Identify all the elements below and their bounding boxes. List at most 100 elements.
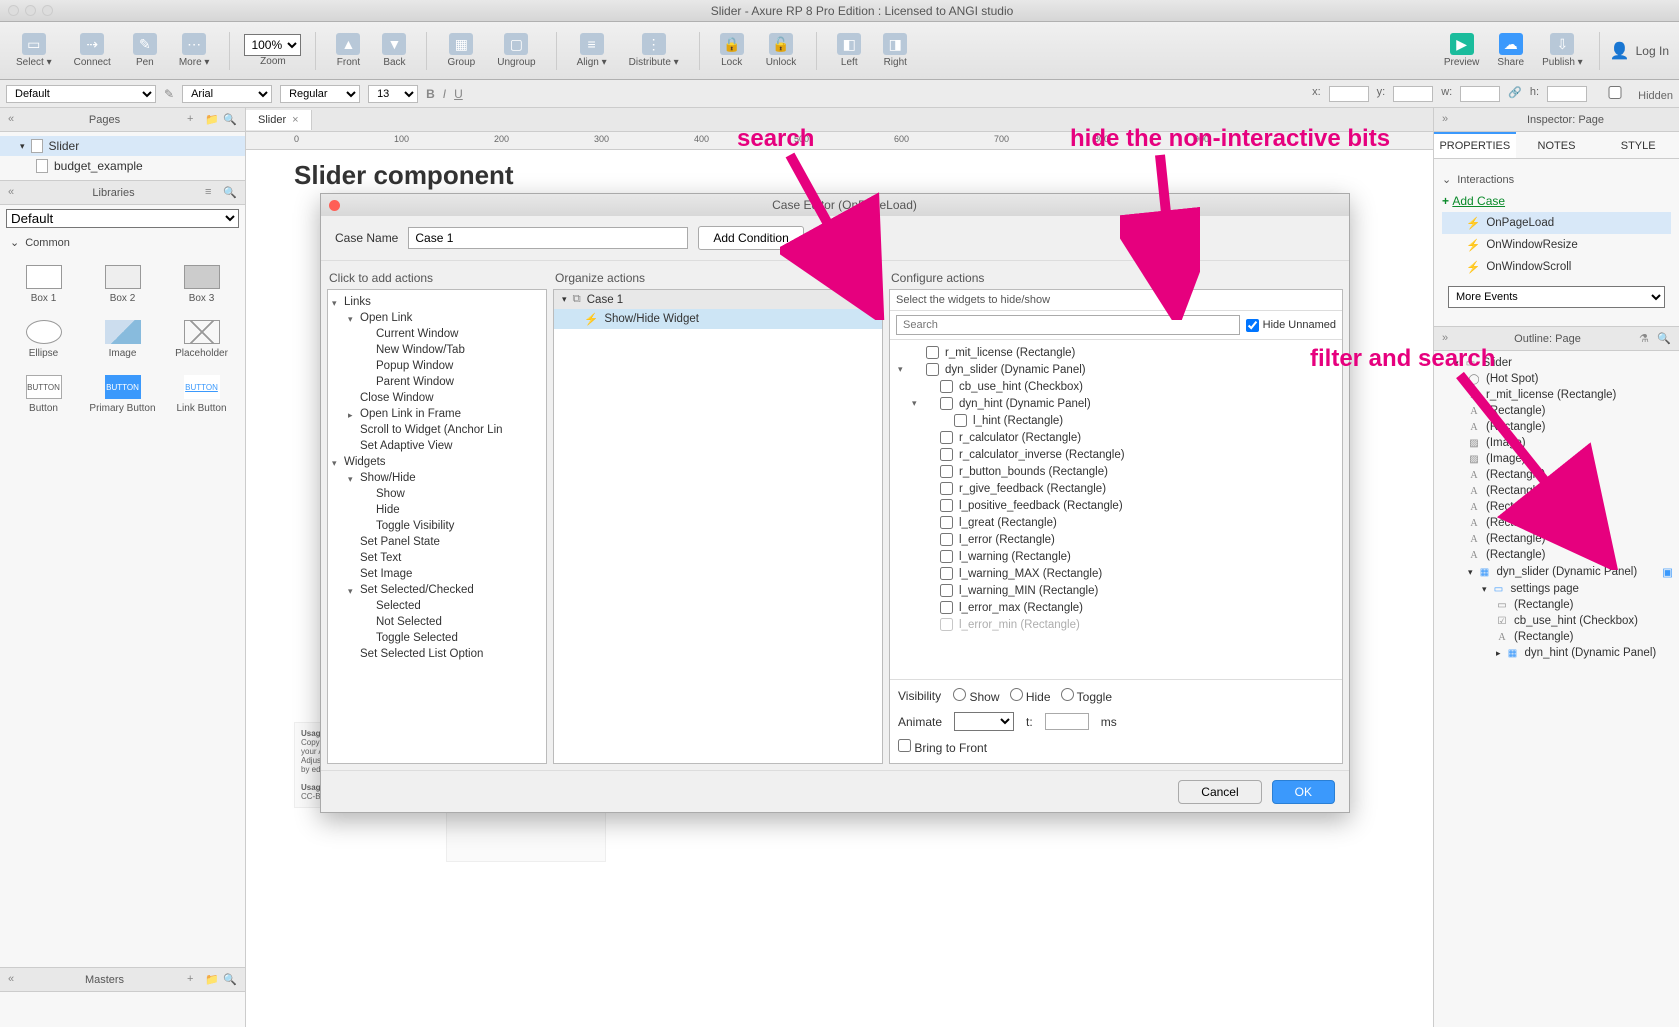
- action-nwt[interactable]: New Window/Tab: [328, 342, 546, 358]
- widget-row[interactable]: r_give_feedback (Rectangle): [890, 480, 1342, 497]
- left-button[interactable]: ◧Left: [831, 31, 867, 70]
- widget-row[interactable]: r_calculator (Rectangle): [890, 429, 1342, 446]
- outline-search-icon[interactable]: 🔍: [1657, 332, 1671, 346]
- action-setsellist[interactable]: Set Selected List Option: [328, 646, 546, 662]
- widget-row[interactable]: l_error_max (Rectangle): [890, 599, 1342, 616]
- x-input[interactable]: [1329, 86, 1369, 102]
- search-pages-icon[interactable]: 🔍: [223, 113, 237, 127]
- widget-row[interactable]: l_warning (Rectangle): [890, 548, 1342, 565]
- action-togglesel[interactable]: Toggle Selected: [328, 630, 546, 646]
- lib-box1[interactable]: Box 1: [6, 259, 81, 310]
- action-panelstate[interactable]: Set Panel State: [328, 534, 546, 550]
- action-popup[interactable]: Popup Window: [328, 358, 546, 374]
- action-closewin[interactable]: Close Window: [328, 390, 546, 406]
- action-openframe[interactable]: ▸Open Link in Frame: [328, 406, 546, 422]
- widget-row[interactable]: l_error (Rectangle): [890, 531, 1342, 548]
- outline-item[interactable]: ▭(Rectangle): [1434, 597, 1679, 613]
- action-openlink[interactable]: ▾Open Link: [328, 310, 546, 326]
- action-links[interactable]: ▾Links: [328, 294, 546, 310]
- add-page-icon[interactable]: +: [187, 113, 201, 127]
- event-onpageload[interactable]: ⚡OnPageLoad: [1442, 212, 1671, 234]
- common-group[interactable]: ⌄Common: [0, 232, 245, 253]
- lib-ellipse[interactable]: Ellipse: [6, 314, 81, 365]
- pen-tool[interactable]: ✎Pen: [127, 31, 163, 70]
- zoom-dot[interactable]: [42, 5, 53, 16]
- connect-tool[interactable]: ⇢Connect: [68, 31, 117, 70]
- widget-row[interactable]: ▾dyn_slider (Dynamic Panel): [890, 361, 1342, 378]
- login-link[interactable]: Log In: [1636, 44, 1669, 58]
- outline-item[interactable]: A(Rectangle): [1434, 629, 1679, 645]
- share-button[interactable]: ☁Share: [1491, 31, 1530, 70]
- collapse-libs-icon[interactable]: «: [8, 186, 22, 200]
- cancel-button[interactable]: Cancel: [1178, 780, 1261, 804]
- distribute-button[interactable]: ⋮Distribute ▾: [623, 31, 685, 70]
- style-select[interactable]: Default: [6, 85, 156, 103]
- back-button[interactable]: ▼Back: [376, 31, 412, 70]
- align-button[interactable]: ≡Align ▾: [571, 31, 613, 70]
- action-setimage[interactable]: Set Image: [328, 566, 546, 582]
- ungroup-button[interactable]: ▢Ungroup: [491, 31, 541, 70]
- add-folder-icon[interactable]: 📁: [205, 113, 219, 127]
- lib-link-button[interactable]: BUTTONLink Button: [164, 369, 239, 420]
- libs-search-icon[interactable]: 🔍: [223, 186, 237, 200]
- unlock-button[interactable]: 🔓Unlock: [760, 31, 803, 70]
- close-dot[interactable]: [8, 5, 19, 16]
- case-name-input[interactable]: [408, 227, 688, 249]
- action-parent[interactable]: Parent Window: [328, 374, 546, 390]
- add-master-icon[interactable]: +: [187, 973, 201, 987]
- modal-close-icon[interactable]: [329, 200, 340, 211]
- group-button[interactable]: ▦Group: [441, 31, 481, 70]
- y-input[interactable]: [1393, 86, 1433, 102]
- lib-placeholder[interactable]: Placeholder: [164, 314, 239, 365]
- lib-box2[interactable]: Box 2: [85, 259, 160, 310]
- action-settext[interactable]: Set Text: [328, 550, 546, 566]
- action-show[interactable]: Show: [328, 486, 546, 502]
- action-hide[interactable]: Hide: [328, 502, 546, 518]
- library-set-select[interactable]: Default: [6, 209, 239, 228]
- front-button[interactable]: ▲Front: [330, 31, 366, 70]
- lock-wh-icon[interactable]: 🔗: [1508, 86, 1522, 102]
- action-adaptive[interactable]: Set Adaptive View: [328, 438, 546, 454]
- page-budget[interactable]: budget_example: [0, 156, 245, 176]
- select-tool[interactable]: ▭Select ▾: [10, 31, 58, 70]
- tab-style[interactable]: STYLE: [1597, 132, 1679, 158]
- publish-button[interactable]: ⇩Publish ▾: [1536, 31, 1589, 70]
- vis-toggle[interactable]: Toggle: [1061, 688, 1113, 704]
- tab-slider[interactable]: Slider×: [246, 110, 312, 130]
- widget-row[interactable]: l_great (Rectangle): [890, 514, 1342, 531]
- font-select[interactable]: Arial: [182, 85, 272, 103]
- underline-icon[interactable]: U: [454, 87, 463, 101]
- action-setselected[interactable]: ▾Set Selected/Checked: [328, 582, 546, 598]
- hide-unnamed-check[interactable]: Hide Unnamed: [1246, 319, 1336, 332]
- widget-row[interactable]: l_positive_feedback (Rectangle): [890, 497, 1342, 514]
- lib-button[interactable]: BUTTONButton: [6, 369, 81, 420]
- size-select[interactable]: 13: [368, 85, 418, 103]
- animate-select[interactable]: [954, 712, 1014, 731]
- action-togglevis[interactable]: Toggle Visibility: [328, 518, 546, 534]
- outline-item[interactable]: ▸▦dyn_hint (Dynamic Panel): [1434, 645, 1679, 661]
- action-notselected[interactable]: Not Selected: [328, 614, 546, 630]
- widget-row[interactable]: r_mit_license (Rectangle): [890, 344, 1342, 361]
- tab-properties[interactable]: PROPERTIES: [1434, 132, 1516, 158]
- bring-front-check[interactable]: Bring to Front: [898, 739, 987, 755]
- lib-primary-button[interactable]: BUTTONPrimary Button: [85, 369, 160, 420]
- collapse-outline-icon[interactable]: »: [1442, 332, 1456, 346]
- vis-show[interactable]: Show: [953, 688, 999, 704]
- add-case-link[interactable]: Add Case: [1452, 194, 1505, 208]
- action-scroll[interactable]: Scroll to Widget (Anchor Lin: [328, 422, 546, 438]
- traffic-lights[interactable]: [8, 5, 53, 16]
- libs-menu-icon[interactable]: ≡: [205, 186, 219, 200]
- action-cw[interactable]: Current Window: [328, 326, 546, 342]
- widget-row[interactable]: cb_use_hint (Checkbox): [890, 378, 1342, 395]
- ok-button[interactable]: OK: [1272, 780, 1335, 804]
- zoom-select[interactable]: 100%: [244, 34, 301, 56]
- collapse-insp-icon[interactable]: »: [1442, 113, 1456, 127]
- master-folder-icon[interactable]: 📁: [205, 973, 219, 987]
- widget-row[interactable]: l_warning_MIN (Rectangle): [890, 582, 1342, 599]
- vis-hide[interactable]: Hide: [1010, 688, 1051, 704]
- action-widgets[interactable]: ▾Widgets: [328, 454, 546, 470]
- widget-row[interactable]: ▾dyn_hint (Dynamic Panel): [890, 395, 1342, 412]
- paint-icon[interactable]: ✎: [164, 87, 174, 101]
- event-onwindowresize[interactable]: ⚡OnWindowResize: [1442, 234, 1671, 256]
- collapse-icon[interactable]: «: [8, 113, 22, 127]
